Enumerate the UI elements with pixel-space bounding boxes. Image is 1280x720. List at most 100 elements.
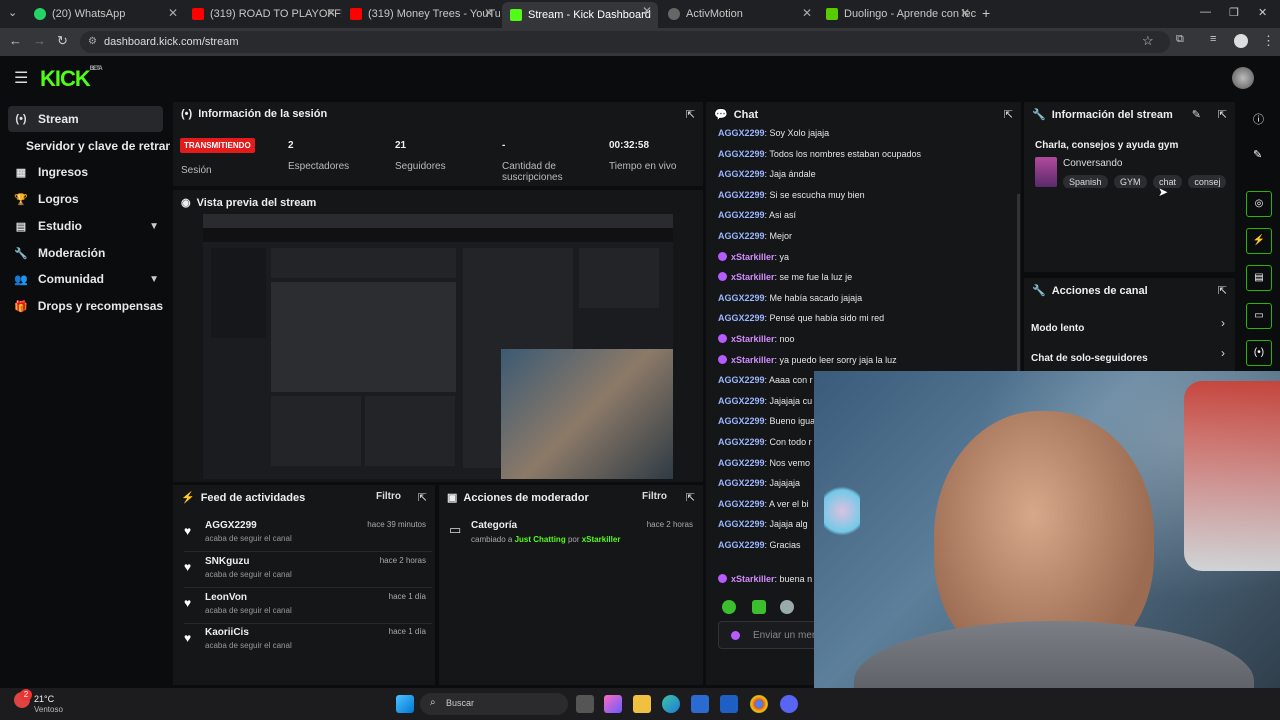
extensions-icon[interactable]: ⧉ [1176,33,1184,46]
tab-kick-dashboard[interactable]: Stream - Kick Dashboard ✕ [502,2,658,28]
chat-username[interactable]: xStarkiller [731,355,775,365]
expand-icon[interactable]: ⇱ [686,108,695,121]
tab-whatsapp[interactable]: (20) WhatsApp ✕ [26,4,184,24]
expand-icon[interactable]: ⇱ [1004,108,1013,121]
close-icon[interactable]: ✕ [802,6,812,20]
close-icon[interactable]: ✕ [642,4,652,18]
close-icon[interactable]: ✕ [168,6,178,20]
user-avatar[interactable] [1232,67,1254,89]
store-icon[interactable] [691,695,709,713]
maximize-button[interactable]: ❐ [1229,6,1239,19]
sidebar-item-moderacion[interactable]: 🔧 Moderación [8,240,163,266]
tab-activmotion[interactable]: ActivMotion ✕ [660,4,818,24]
close-icon[interactable]: ✕ [960,6,970,20]
chat-username[interactable]: AGGX2299 [718,437,765,447]
chat-button[interactable]: ▭ [1246,303,1272,329]
tag-chip[interactable]: Spanish [1063,175,1108,188]
bookmark-star-icon[interactable]: ☆ [1142,33,1154,49]
tab-youtube-moneytrees[interactable]: (319) Money Trees - YouTub ✕ [342,4,500,24]
edit-pencil-icon[interactable]: ✎ [1192,108,1201,121]
filter-button[interactable]: Filtro [642,491,667,502]
expand-icon[interactable]: ⇱ [1218,108,1227,121]
sidebar-item-ingresos[interactable]: ▦ Ingresos [8,159,163,185]
lightning-button[interactable]: ⚡ [1246,228,1272,254]
slow-mode-row[interactable]: Modo lento › [1031,316,1229,334]
edge-icon[interactable] [662,695,680,713]
sidebar-item-estudio[interactable]: ▤ Estudio ▼ [8,213,163,239]
tag-chip[interactable]: consej [1188,175,1227,188]
clipboard-button[interactable]: ▤ [1246,265,1272,291]
chat-username[interactable]: xStarkiller [731,272,775,282]
chrome-icon[interactable] [750,695,768,713]
sidebar-item-server-key[interactable]: Servidor y clave de retransm [20,133,170,159]
chat-username[interactable]: AGGX2299 [718,313,765,323]
minimize-button[interactable]: — [1200,6,1211,18]
emote-icon[interactable] [722,600,736,614]
tab-duolingo[interactable]: Duolingo - Aprende con leccio ✕ [818,4,976,24]
chat-username[interactable]: AGGX2299 [718,499,765,509]
sidebar-item-drops[interactable]: 🎁 Drops y recompensas [8,293,163,319]
menu-kebab-icon[interactable]: ⋮ [1262,33,1275,49]
task-view-icon[interactable] [576,695,594,713]
expand-icon[interactable]: ⇱ [1218,284,1227,297]
mail-icon[interactable] [720,695,738,713]
file-explorer-icon[interactable] [633,695,651,713]
chat-username[interactable]: AGGX2299 [718,128,765,138]
user-link[interactable]: xStarkiller [582,535,621,544]
address-input[interactable]: ⚙ dashboard.kick.com/stream [80,31,1170,53]
forward-icon[interactable]: → [33,33,46,48]
chat-username[interactable]: AGGX2299 [718,169,765,179]
chat-username[interactable]: AGGX2299 [718,375,765,385]
back-icon[interactable]: ← [9,33,22,48]
profile-avatar[interactable] [1234,34,1248,48]
chat-username[interactable]: AGGX2299 [718,293,765,303]
copilot-icon[interactable] [604,695,622,713]
stream-preview-video[interactable] [203,214,673,479]
discord-icon[interactable] [780,695,798,713]
taskbar-search[interactable]: ⌕ Buscar [420,693,568,715]
expand-icon[interactable]: ⇱ [418,491,427,504]
panel-header: ◉ Vista previa del stream [181,196,316,210]
chat-username[interactable]: xStarkiller [731,334,775,344]
sidebar-item-stream[interactable]: (•) Stream [8,106,163,132]
pencil-icon[interactable]: ✎ [1253,148,1262,161]
chat-message: AGGX2299: Pensé que había sido mi red [718,313,884,323]
tag-chip[interactable]: GYM [1113,175,1147,188]
chat-username[interactable]: AGGX2299 [718,458,765,468]
info-icon[interactable]: ⓘ [1253,111,1264,127]
kick-logo[interactable]: KICKBETA [40,66,103,92]
expand-icon[interactable]: ⇱ [686,491,695,504]
close-icon[interactable]: ✕ [326,6,336,20]
windows-start-icon[interactable] [396,695,414,713]
site-info-icon[interactable]: ⚙ [88,31,97,53]
chat-username[interactable]: AGGX2299 [718,519,765,529]
reload-icon[interactable]: ↻ [57,33,68,49]
chat-username[interactable]: AGGX2299 [718,540,765,550]
chat-username[interactable]: AGGX2299 [718,416,765,426]
chat-username[interactable]: AGGX2299 [718,231,765,241]
chat-username[interactable]: AGGX2299 [718,190,765,200]
chat-username[interactable]: AGGX2299 [718,396,765,406]
followers-only-row[interactable]: Chat de solo-seguidores › [1031,346,1229,364]
hamburger-menu-icon[interactable]: ☰ [14,68,28,88]
tab-youtube-playoff[interactable]: (319) ROAD TO PLAYOFF! - YouT ✕ [184,4,342,24]
chat-username[interactable]: AGGX2299 [718,478,765,488]
broadcast-button[interactable]: (•) [1246,340,1272,366]
camera-button[interactable]: ◎ [1246,191,1272,217]
chat-username[interactable]: xStarkiller [731,252,775,262]
close-window-button[interactable]: ✕ [1258,6,1267,19]
tab-search-chevron-icon[interactable]: ⌄ [8,6,17,19]
chat-username[interactable]: AGGX2299 [718,210,765,220]
category-link[interactable]: Just Chatting [515,535,566,544]
sidebar-item-logros[interactable]: 🏆 Logros [8,186,163,212]
weather-temp[interactable]: 21°C [34,694,54,704]
chat-username[interactable]: AGGX2299 [718,149,765,159]
chat-username[interactable]: xStarkiller [731,574,775,584]
close-icon[interactable]: ✕ [484,6,494,20]
emote-icon[interactable] [780,600,794,614]
filter-button[interactable]: Filtro [376,491,401,502]
new-tab-button[interactable]: + [982,5,990,21]
media-controls-icon[interactable]: ≡ [1210,33,1216,45]
sidebar-item-comunidad[interactable]: 👥 Comunidad ▼ [8,266,163,292]
emote-icon[interactable] [752,600,766,614]
